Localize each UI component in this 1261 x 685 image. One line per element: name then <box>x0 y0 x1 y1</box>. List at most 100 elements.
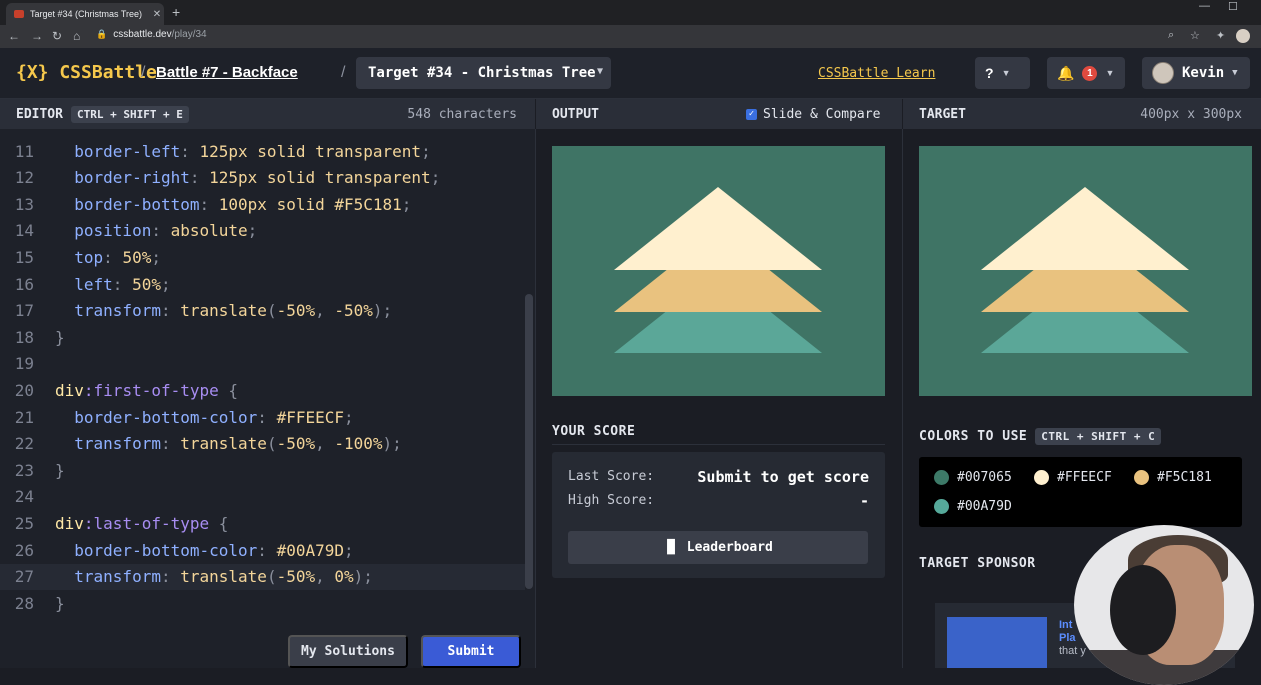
browser-tab[interactable]: Target #34 (Christmas Tree) - CSS ✕ <box>6 3 164 25</box>
my-solutions-button[interactable]: My Solutions <box>288 635 408 668</box>
code-token: ); <box>353 567 373 587</box>
code-line[interactable]: 19 <box>0 351 525 377</box>
code-token: translate <box>180 301 267 321</box>
breadcrumb-separator: / <box>341 64 346 81</box>
line-number: 24 <box>14 487 34 507</box>
lock-icon: 🔒 <box>96 29 108 39</box>
code-line[interactable]: 20 div:first-of-type { <box>0 377 525 403</box>
editor-scrollbar[interactable] <box>525 294 533 589</box>
line-number: 21 <box>14 407 34 427</box>
bookmark-star-icon[interactable]: ☆ <box>1190 29 1200 42</box>
code-text: border-right: 125px solid transparent; <box>55 168 440 187</box>
code-token: ); <box>382 434 402 454</box>
code-token: transform <box>55 434 161 454</box>
target-title: TARGET <box>919 106 966 122</box>
code-token: transform <box>55 567 161 587</box>
url-path: /play/34 <box>171 29 207 40</box>
help-button[interactable]: ? ▼ <box>975 57 1030 89</box>
url-host: cssbattle.dev <box>113 29 172 40</box>
code-token: -50% <box>276 567 316 587</box>
output-canvas[interactable] <box>552 146 885 396</box>
character-count: 548 characters <box>407 106 517 122</box>
cream-triangle <box>614 187 822 270</box>
reload-icon[interactable]: ↻ <box>52 29 62 43</box>
code-text: div:first-of-type { <box>55 381 238 400</box>
code-token: ); <box>372 301 393 321</box>
code-line[interactable]: 18} <box>0 324 525 350</box>
colors-header: COLORS TO USE CTRL + SHIFT + C <box>919 428 1162 445</box>
battle-link[interactable]: Battle #7 - Backface <box>156 64 298 81</box>
panel-divider[interactable] <box>535 129 536 668</box>
color-swatch[interactable]: #007065 <box>934 470 1012 485</box>
code-line[interactable]: 17 transform: translate(-50%, -50%); <box>0 298 525 324</box>
code-line[interactable]: 11 border-left: 125px solid transparent; <box>0 138 525 164</box>
profile-avatar[interactable] <box>1236 29 1250 43</box>
target-dropdown[interactable]: Target #34 - Christmas Tree ▼ <box>356 57 611 89</box>
code-token: -50% <box>334 301 373 321</box>
color-swatch[interactable]: #00A79D <box>934 499 1012 514</box>
code-text: top: 50%; <box>55 248 161 267</box>
code-line[interactable]: 13 border-bottom: 100px solid #F5C181; <box>0 191 525 217</box>
code-line[interactable]: 23} <box>0 457 525 483</box>
colors-shortcut: CTRL + SHIFT + C <box>1035 428 1162 445</box>
url-field[interactable]: 🔒 cssbattle.dev/play/34 <box>96 29 207 40</box>
color-dot <box>934 470 949 485</box>
cssbattle-logo[interactable]: {X} CSSBattle <box>16 62 157 83</box>
browser-tab-bar: Target #34 (Christmas Tree) - CSS ✕ + — … <box>0 0 1261 25</box>
code-token: : <box>112 274 133 294</box>
code-line[interactable]: 12 border-right: 125px solid transparent… <box>0 165 525 191</box>
maximize-icon[interactable]: ☐ <box>1228 0 1238 13</box>
close-tab-icon[interactable]: ✕ <box>150 9 164 20</box>
last-score-value: Submit to get score <box>697 468 869 486</box>
forward-icon[interactable]: → <box>31 29 43 43</box>
code-token: } <box>55 327 65 347</box>
editor-shortcut: CTRL + SHIFT + E <box>70 105 189 123</box>
code-token: : <box>160 301 181 321</box>
code-token: ( <box>266 434 277 454</box>
line-number: 22 <box>14 434 34 454</box>
code-line[interactable]: 15 top: 50%; <box>0 244 525 270</box>
slide-compare-label: Slide & Compare <box>763 106 881 122</box>
minimize-icon[interactable]: — <box>1199 0 1210 12</box>
target-canvas <box>919 146 1252 396</box>
code-line[interactable]: 28} <box>0 590 525 616</box>
home-icon[interactable]: ⌂ <box>73 29 80 43</box>
code-token: absolute <box>170 221 248 241</box>
code-editor[interactable]: My Solutions Submit 11 border-left: 125p… <box>0 129 535 668</box>
code-line[interactable]: 14 position: absolute; <box>0 218 525 244</box>
code-line[interactable]: 27 transform: translate(-50%, 0%); <box>0 563 525 590</box>
slide-compare-toggle[interactable]: ✓ Slide & Compare <box>746 107 880 122</box>
panel-divider[interactable] <box>902 129 903 668</box>
code-text: } <box>55 328 65 347</box>
code-line[interactable]: 16 left: 50%; <box>0 271 525 297</box>
extensions-icon[interactable]: ✦ <box>1216 29 1225 42</box>
zoom-icon[interactable]: ⌕ <box>1168 29 1174 42</box>
color-swatch[interactable]: #FFEECF <box>1034 470 1112 485</box>
new-tab-icon[interactable]: + <box>172 4 180 20</box>
back-icon[interactable]: ← <box>8 29 20 43</box>
code-line[interactable]: 22 transform: translate(-50%, -100%); <box>0 431 525 457</box>
code-line[interactable]: 21 border-bottom-color: #FFEECF; <box>0 404 525 430</box>
code-line[interactable]: 25 div:last-of-type { <box>0 510 525 536</box>
color-swatch[interactable]: #F5C181 <box>1134 470 1212 485</box>
code-text: border-bottom: 100px solid #F5C181; <box>55 195 411 214</box>
code-line[interactable]: 24 <box>0 484 525 510</box>
line-number: 16 <box>14 274 34 294</box>
color-hex: #007065 <box>957 470 1012 485</box>
notifications-button[interactable]: 🔔 1 ▼ <box>1047 57 1125 89</box>
color-dot <box>1034 470 1049 485</box>
app-header: {X} CSSBattle / Battle #7 - Backface / T… <box>0 48 1261 99</box>
checkbox-checked-icon[interactable]: ✓ <box>746 108 757 120</box>
chevron-down-icon: ▼ <box>1001 68 1011 78</box>
code-token: :last-of-type <box>83 513 210 533</box>
line-number: 11 <box>14 141 34 161</box>
submit-button[interactable]: Submit <box>421 635 521 668</box>
code-token: ; <box>151 247 161 267</box>
code-line[interactable]: 26 border-bottom-color: #00A79D; <box>0 537 525 563</box>
leaderboard-button[interactable]: ▐▌ Leaderboard <box>568 531 868 564</box>
code-token: ; <box>344 540 354 560</box>
user-menu[interactable]: Kevin ▼ <box>1142 57 1250 89</box>
learn-link[interactable]: CSSBattle Learn <box>818 66 935 81</box>
line-number: 20 <box>14 380 34 400</box>
color-dot <box>1134 470 1149 485</box>
